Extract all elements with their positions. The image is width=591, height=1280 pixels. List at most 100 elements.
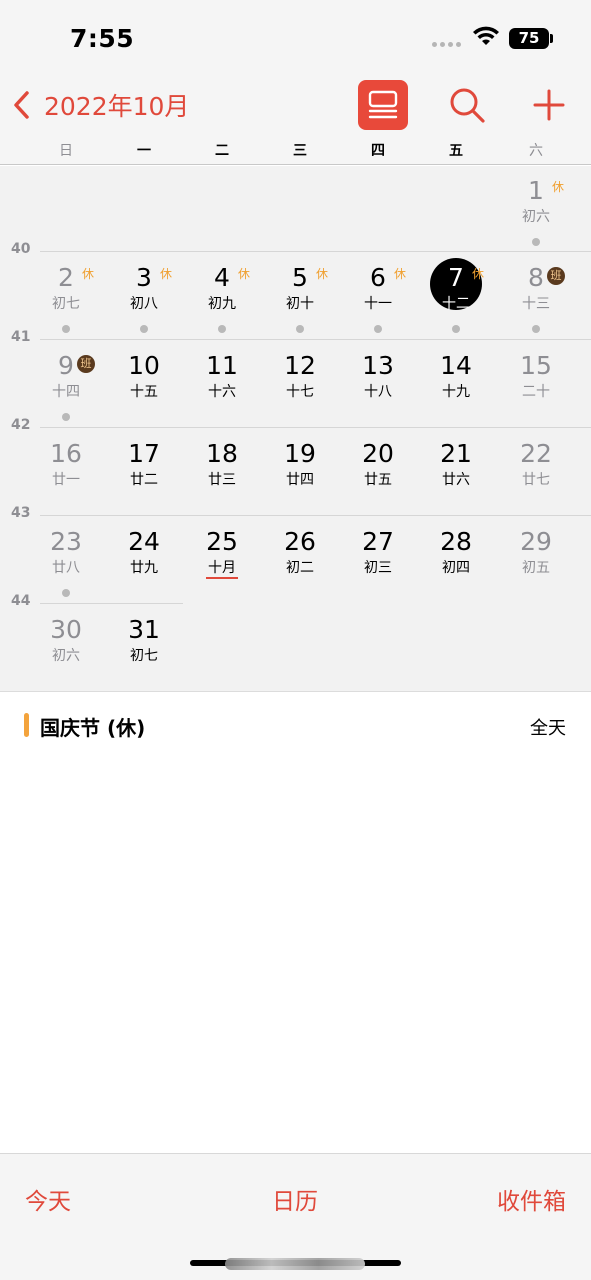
day-cell[interactable]: 31 初七 (105, 605, 183, 693)
day-cell[interactable]: 6 十一休 (339, 253, 417, 341)
day-cell[interactable]: 13 十八 (339, 341, 417, 429)
lunar-date: 廿九 (130, 560, 158, 576)
lunar-date: 廿七 (522, 472, 550, 488)
weekday-sun: 日 (59, 143, 73, 159)
weekday-header: 日 一 二 三 四 五 六 (0, 140, 591, 162)
list-view-icon (368, 90, 398, 119)
day-cell[interactable]: 20 廿五 (339, 429, 417, 517)
calendars-button[interactable]: 日历 (272, 1182, 318, 1216)
day-cell[interactable]: 21 廿六 (417, 429, 495, 517)
event-dot (62, 325, 70, 333)
lunar-date: 初三 (364, 560, 392, 576)
lunar-date: 廿四 (286, 472, 314, 488)
day-number: 24 (128, 527, 160, 556)
lunar-date: 初六 (522, 209, 550, 225)
signal-dots-icon (432, 42, 464, 48)
day-cell[interactable]: 17 廿二 (105, 429, 183, 517)
day-cell[interactable]: 12 十七 (261, 341, 339, 429)
lunar-date: 廿五 (364, 472, 392, 488)
lunar-date: 廿八 (52, 560, 80, 576)
day-number: 25 (206, 527, 238, 556)
event-dot (374, 325, 382, 333)
lunar-date: 初七 (52, 296, 80, 312)
event-color-bar (24, 713, 29, 737)
day-cell[interactable]: 18 廿三 (183, 429, 261, 517)
lunar-date: 初九 (208, 296, 236, 312)
lunar-date: 十九 (442, 384, 470, 400)
day-cell[interactable]: 9 十四班 (27, 341, 105, 429)
day-number: 20 (362, 439, 394, 468)
battery-tip (550, 34, 553, 43)
lunar-date: 十六 (208, 384, 236, 400)
lunar-date: 廿二 (130, 472, 158, 488)
day-cell[interactable]: 14 十九 (417, 341, 495, 429)
lunar-date: 廿一 (52, 472, 80, 488)
day-cell[interactable]: 3 初八休 (105, 253, 183, 341)
workday-badge: 班 (77, 355, 95, 373)
lunar-date: 初七 (130, 648, 158, 664)
lunar-date: 十五 (130, 384, 158, 400)
day-number: 12 (284, 351, 316, 380)
day-cell[interactable]: 24 廿九 (105, 517, 183, 605)
day-cell[interactable]: 30 初六 (27, 605, 105, 693)
day-number: 21 (440, 439, 472, 468)
lunar-date: 十四 (52, 384, 80, 400)
lunar-date: 初十 (286, 296, 314, 312)
today-indicator (206, 577, 238, 579)
day-number: 13 (362, 351, 394, 380)
event-dot (452, 325, 460, 333)
event-dot (296, 325, 304, 333)
day-cell[interactable]: 10 十五 (105, 341, 183, 429)
day-cell[interactable]: 4 初九休 (183, 253, 261, 341)
day-cell[interactable]: 29 初五 (497, 517, 575, 605)
weekday-fri: 五 (449, 143, 463, 159)
weekday-mon: 一 (137, 143, 151, 159)
day-number: 15 (520, 351, 552, 380)
month-title: 2022年10月 (44, 92, 190, 121)
holiday-badge: 休 (316, 267, 329, 281)
day-cell[interactable]: 16 廿一 (27, 429, 105, 517)
lunar-date: 十二 (442, 296, 470, 312)
day-cell[interactable]: 22 廿七 (497, 429, 575, 517)
lunar-date: 二十 (522, 384, 550, 400)
day-cell[interactable]: 27 初三 (339, 517, 417, 605)
event-item[interactable]: 国庆节 (休) 全天 (0, 703, 591, 747)
status-bar: 7:55 75 (0, 0, 591, 80)
day-cell[interactable]: 19 廿四 (261, 429, 339, 517)
day-number: 26 (284, 527, 316, 556)
lunar-date: 初四 (442, 560, 470, 576)
lunar-date: 十七 (286, 384, 314, 400)
today-button[interactable]: 今天 (25, 1182, 71, 1216)
holiday-badge: 休 (552, 180, 565, 194)
event-time: 全天 (530, 718, 566, 739)
day-cell[interactable]: 28 初四 (417, 517, 495, 605)
search-button[interactable] (447, 85, 487, 125)
back-button[interactable]: 2022年10月 (12, 88, 189, 122)
day-cell[interactable]: 8 十三班 (497, 253, 575, 341)
day-cell[interactable]: 26 初二 (261, 517, 339, 605)
day-cell[interactable]: 5 初十休 (261, 253, 339, 341)
list-view-button[interactable] (358, 80, 408, 130)
day-number: 17 (128, 439, 160, 468)
day-cell[interactable]: 15 二十 (497, 341, 575, 429)
holiday-badge: 休 (394, 267, 407, 281)
add-button[interactable] (529, 85, 569, 125)
lunar-date: 初八 (130, 296, 158, 312)
inbox-button[interactable]: 收件箱 (497, 1182, 566, 1216)
day-number: 31 (128, 615, 160, 644)
day-cell[interactable]: 25 十月 (183, 517, 261, 605)
day-cell[interactable]: 1 初六休 (497, 166, 575, 254)
day-cell[interactable]: 7 十二休 (417, 253, 495, 341)
day-cell[interactable]: 11 十六 (183, 341, 261, 429)
weekday-thu: 四 (371, 143, 385, 159)
day-cell[interactable]: 23 廿八 (27, 517, 105, 605)
status-time: 7:55 (70, 24, 135, 53)
day-number: 29 (520, 527, 552, 556)
day-number: 19 (284, 439, 316, 468)
event-dot (140, 325, 148, 333)
day-cell[interactable]: 2 初七休 (27, 253, 105, 341)
weekday-tue: 二 (215, 143, 229, 159)
wifi-icon (473, 26, 499, 45)
lunar-date: 初五 (522, 560, 550, 576)
lunar-date: 廿六 (442, 472, 470, 488)
